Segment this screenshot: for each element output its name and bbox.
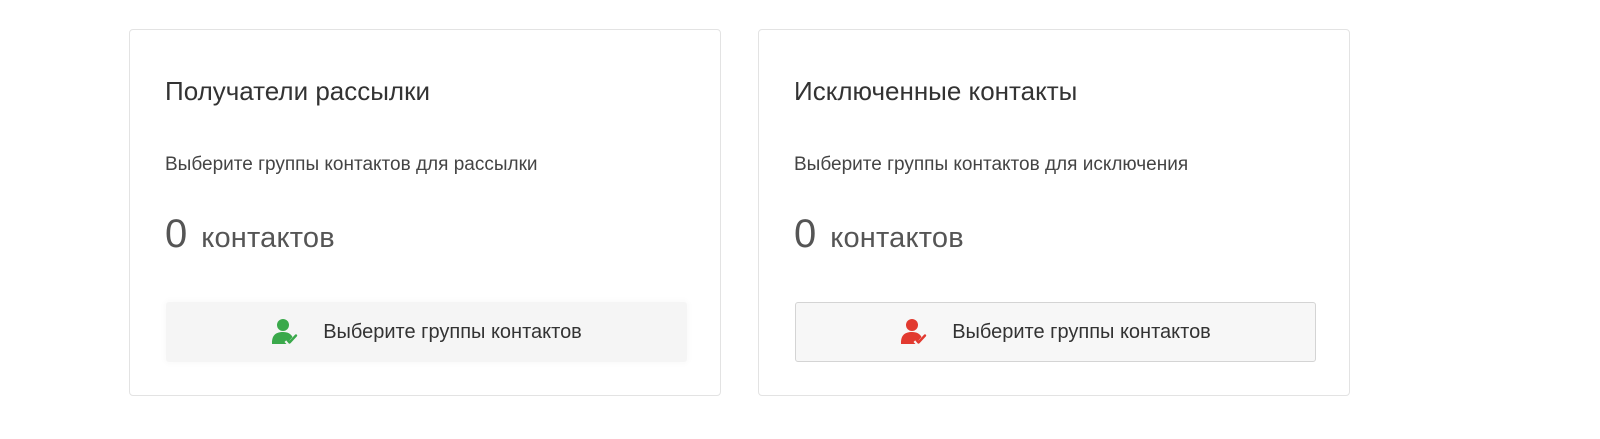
select-excluded-groups-label: Выберите группы контактов xyxy=(952,320,1211,343)
recipients-count-row: 0 контактов xyxy=(165,212,335,257)
user-check-icon xyxy=(271,318,301,346)
recipients-title: Получатели рассылки xyxy=(165,76,430,106)
recipients-count-label: контактов xyxy=(201,222,335,254)
select-recipient-groups-label: Выберите группы контактов xyxy=(323,320,582,343)
excluded-count: 0 xyxy=(794,212,817,256)
excluded-count-label: контактов xyxy=(830,222,964,254)
select-excluded-groups-button[interactable]: Выберите группы контактов xyxy=(795,302,1316,362)
recipients-count: 0 xyxy=(165,212,188,256)
excluded-count-row: 0 контактов xyxy=(794,212,964,257)
select-recipient-groups-button[interactable]: Выберите группы контактов xyxy=(166,302,687,362)
recipients-card: Получатели рассылки Выберите группы конт… xyxy=(129,29,721,396)
recipients-subtitle: Выберите группы контактов для рассылки xyxy=(165,154,538,175)
excluded-subtitle: Выберите группы контактов для исключения xyxy=(794,154,1189,175)
excluded-title: Исключенные контакты xyxy=(794,76,1078,106)
user-check-icon xyxy=(900,318,930,346)
excluded-card: Исключенные контакты Выберите группы кон… xyxy=(758,29,1350,396)
